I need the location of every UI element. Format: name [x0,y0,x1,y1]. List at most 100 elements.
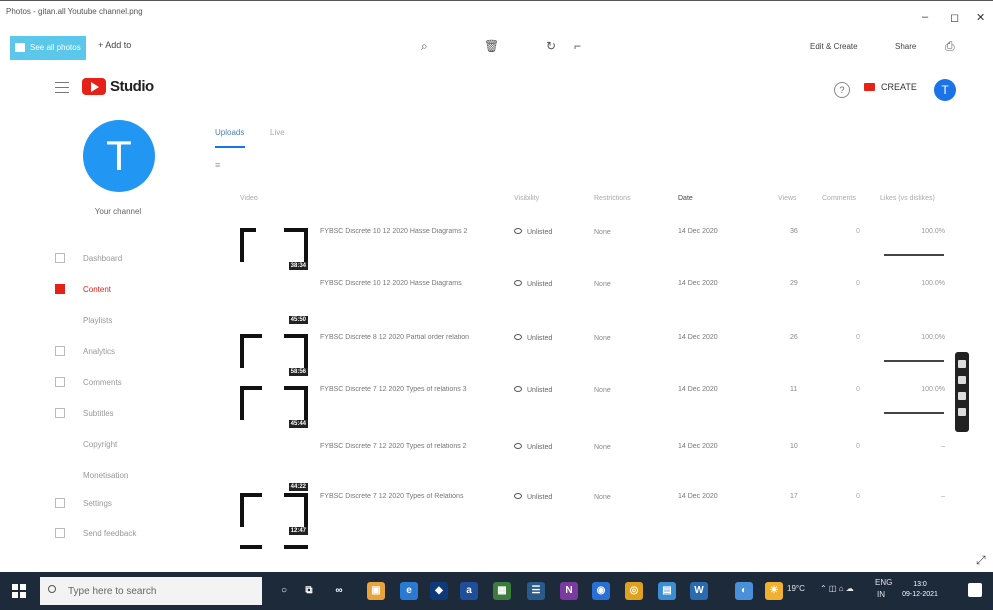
video-title[interactable]: FYBSC Discrete 8 12 2020 Partial order r… [320,334,500,341]
col-header-restrictions: Restrictions [594,195,631,202]
likes-bar [884,254,944,256]
duration-badge: 38:34 [288,262,308,270]
likes-bar [884,360,944,362]
windows-taskbar: Type here to search ○ ⧉ ∞ ▣ e ◆ a ▦ ☰ N … [0,572,993,610]
table-row[interactable]: 12:47 FYBSC Discrete 7 12 2020 Types of … [0,493,993,545]
add-to-button[interactable]: + Add to [98,40,131,50]
print-icon[interactable]: ⎙ [945,39,955,54]
store-icon[interactable]: ▣ [367,582,385,600]
restrictions-value: None [594,494,611,501]
video-thumbnail[interactable]: 45:50 [240,280,308,324]
studio-brand: Studio [110,78,154,95]
create-button[interactable]: CREATE [864,82,917,92]
table-row[interactable]: 45:50 FYBSC Discrete 10 12 2020 Hasse Di… [0,280,993,332]
clock-time: 13:0 [913,581,927,588]
visibility-status[interactable]: Unlisted [514,228,552,236]
account-avatar[interactable]: T [934,79,956,101]
minimize-button[interactable]: – [922,11,928,23]
edit-create-button[interactable]: Edit & Create [810,42,858,51]
taskbar-search-input[interactable]: Type here to search [40,577,262,605]
photos-app-window: Photos - gitan.all Youtube channel.png –… [0,0,993,610]
notification-icon[interactable] [968,583,982,597]
photos-icon [15,43,25,52]
see-all-photos-button[interactable]: See all photos [10,36,86,60]
help-icon[interactable]: ? [834,82,850,98]
zoom-icon[interactable]: ⌕ [421,39,428,54]
rotate-icon[interactable]: ↻ [546,39,556,53]
menu-icon[interactable] [55,82,69,97]
video-title[interactable]: FYBSC Discrete 10 12 2020 Hasse Diagrams [320,280,500,287]
filter-icon[interactable]: ≡ [215,160,220,170]
col-header-date[interactable]: Date [678,195,693,202]
video-title[interactable]: FYBSC Discrete 7 12 2020 Types of Relati… [320,493,500,500]
table-row[interactable]: 38:34 FYBSC Discrete 10 12 2020 Hasse Di… [0,228,993,280]
likes-bar [884,412,944,414]
visibility-status[interactable]: Unlisted [514,443,552,451]
floating-tools-panel[interactable] [955,352,969,432]
visibility-status[interactable]: Unlisted [514,334,552,342]
likes-value: – [941,443,945,450]
duration-badge: 44:22 [288,483,308,491]
video-title[interactable]: FYBSC Discrete 7 12 2020 Types of relati… [320,443,500,450]
windows-start-icon[interactable] [12,584,26,598]
col-header-views: Views [778,195,797,202]
comments-value: 0 [856,493,860,500]
language-indicator[interactable]: ENG [875,578,892,587]
taskbar-clock[interactable]: 13:0 09-12-2021 [895,580,945,600]
table-row[interactable]: 44:22 FYBSC Discrete 7 12 2020 Types of … [0,443,993,495]
visibility-status[interactable]: Unlisted [514,280,552,288]
see-all-label: See all photos [30,43,81,52]
visibility-status[interactable]: Unlisted [514,493,552,501]
expand-icon[interactable]: ⤢ [976,553,986,568]
col-header-comments: Comments [822,195,856,202]
word-icon[interactable]: W [690,582,708,600]
tab-live[interactable]: Live [270,128,285,137]
delete-icon[interactable]: 🗑 [484,39,499,53]
eye-icon [514,280,522,286]
comments-value: 0 [856,386,860,393]
photos-taskbar-icon[interactable]: ▤ [658,582,676,600]
share-button[interactable]: Share [895,42,916,51]
likes-value: 100.0% [921,334,945,341]
eye-icon [514,386,522,392]
link-icon[interactable]: ∞ [330,582,348,600]
maximize-button[interactable]: ◻ [950,11,959,24]
weather-temp[interactable]: 19°C [787,584,805,593]
onenote-icon[interactable]: N [560,582,578,600]
amazon-icon[interactable]: a [460,582,478,600]
video-thumbnail[interactable]: 12:47 [240,493,308,535]
edge-icon[interactable]: e [400,582,418,600]
close-button[interactable]: ✕ [976,11,985,24]
table-row[interactable]: 45:44 FYBSC Discrete 7 12 2020 Types of … [0,386,993,438]
app-icon[interactable]: ◉ [592,582,610,600]
tab-uploads[interactable]: Uploads [215,128,244,137]
channel-avatar[interactable]: T [83,120,155,192]
dropbox-icon[interactable]: ◆ [430,582,448,600]
app-icon[interactable]: ◐ [735,582,753,600]
video-thumbnail[interactable]: 58:56 [240,334,308,376]
task-view-icon[interactable]: ⧉ [300,582,318,600]
video-thumbnail[interactable]: 38:34 [240,228,308,270]
comments-value: 0 [856,334,860,341]
views-value: 10 [790,443,798,450]
system-tray-icons[interactable]: ⌃ ◫ ⌂ ☁ [820,584,854,593]
window-titlebar: Photos - gitan.all Youtube channel.png –… [0,0,993,32]
chrome-icon[interactable]: ◎ [625,582,643,600]
restrictions-value: None [594,444,611,451]
duration-badge: 12:47 [288,527,308,535]
youtube-logo-icon[interactable] [82,78,106,95]
cortana-icon[interactable]: ○ [275,582,293,600]
video-title[interactable]: FYBSC Discrete 7 12 2020 Types of relati… [320,386,500,393]
video-thumbnail[interactable]: 44:22 [240,443,308,491]
col-header-video: Video [240,195,258,202]
crop-icon[interactable]: ⌐ [574,39,581,53]
teams-icon[interactable]: ☰ [527,582,545,600]
duration-badge: 45:44 [288,420,308,428]
comments-value: 0 [856,280,860,287]
visibility-status[interactable]: Unlisted [514,386,552,394]
video-thumbnail[interactable]: 45:44 [240,386,308,428]
views-value: 11 [790,386,798,393]
app-icon[interactable]: ▦ [493,582,511,600]
table-row[interactable]: 58:56 FYBSC Discrete 8 12 2020 Partial o… [0,334,993,386]
video-title[interactable]: FYBSC Discrete 10 12 2020 Hasse Diagrams… [320,228,500,235]
